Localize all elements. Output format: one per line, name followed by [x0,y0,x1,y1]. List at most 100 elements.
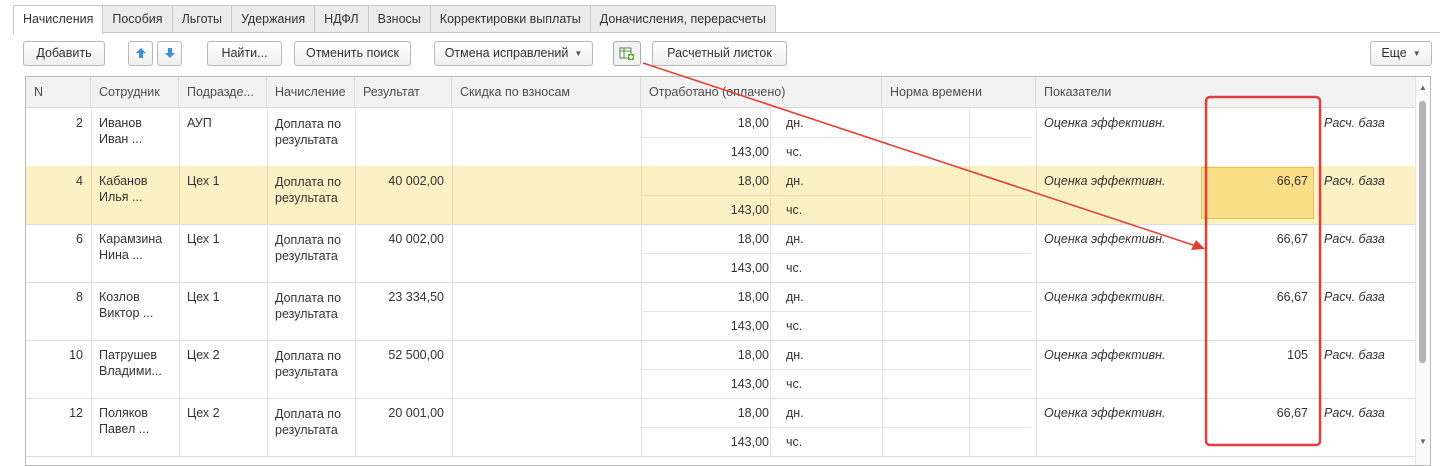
tab-accruals[interactable]: Начисления [13,5,104,34]
payslip-button[interactable]: Расчетный листок [652,41,787,66]
accrual-type[interactable]: Доплата по результата [275,174,353,206]
result-value[interactable]: 23 334,50 [355,290,444,304]
indicator-name[interactable]: Оценка эффективн. [1044,232,1194,246]
col-indicators[interactable]: Показатели [1036,77,1420,107]
indicator-name[interactable]: Оценка эффективн. [1044,116,1194,130]
calc-base[interactable]: Расч. база [1324,174,1404,188]
indicator-value[interactable]: 66,67 [1201,174,1308,188]
worked-hours[interactable]: 143,00 [641,319,769,333]
employee-name[interactable]: Патрушев [99,348,179,362]
calc-base[interactable]: Расч. база [1324,232,1404,246]
grid-line [452,340,453,398]
indicator-value[interactable]: 66,67 [1201,406,1308,420]
department[interactable]: Цех 1 [187,174,267,188]
employee-name[interactable]: Поляков [99,406,179,420]
col-time-norm[interactable]: Норма времени [882,77,1036,107]
indicator-name[interactable]: Оценка эффективн. [1044,406,1194,420]
worked-hours[interactable]: 143,00 [641,377,769,391]
accrual-type[interactable]: Доплата по результата [275,348,353,380]
col-accrual[interactable]: Начисление [267,77,355,107]
worked-days[interactable]: 18,00 [641,290,769,304]
col-worked[interactable]: Отработано (оплачено) [641,77,882,107]
col-n[interactable]: N [26,77,91,107]
calc-base[interactable]: Расч. база [1324,290,1404,304]
table-row[interactable]: 2 Иванов Иван ... АУП Доплата по результата 1… [26,108,1416,167]
cancel-search-button[interactable]: Отменить поиск [294,41,411,66]
employee-name-2[interactable]: Иван ... [99,132,179,146]
accrual-type[interactable]: Доплата по результата [275,116,353,148]
result-value[interactable]: 40 002,00 [355,174,444,188]
col-discount[interactable]: Скидка по взносам [452,77,641,107]
department[interactable]: Цех 2 [187,406,267,420]
worked-hours-unit: чс. [786,377,803,391]
indicator-name[interactable]: Оценка эффективн. [1044,174,1194,188]
move-up-button[interactable] [128,41,153,66]
scrollbar-thumb[interactable] [1419,101,1426,363]
employee-name-2[interactable]: Виктор ... [99,306,179,320]
worked-hours[interactable]: 143,00 [641,145,769,159]
tab-recalculations[interactable]: Доначисления, перерасчеты [589,5,776,32]
tab-contributions[interactable]: Взносы [367,5,431,32]
indicator-name[interactable]: Оценка эффективн. [1044,290,1194,304]
accrual-type[interactable]: Доплата по результата [275,232,353,264]
table-row[interactable]: 6 Карамзина Нина ... Цех 1 Доплата по резуль… [26,224,1416,283]
worked-days[interactable]: 18,00 [641,116,769,130]
col-employee[interactable]: Сотрудник [91,77,179,107]
result-value[interactable]: 20 001,00 [355,406,444,420]
grid-line [179,224,180,282]
department[interactable]: АУП [187,116,267,130]
department[interactable]: Цех 1 [187,232,267,246]
result-value[interactable]: 40 002,00 [355,232,444,246]
employee-name-2[interactable]: Илья ... [99,190,179,204]
scroll-up-icon[interactable]: ▲ [1419,83,1427,92]
worked-hours[interactable]: 143,00 [641,261,769,275]
employee-name[interactable]: Иванов [99,116,179,130]
row-number: 4 [76,174,83,188]
cancel-corrections-dropdown[interactable]: Отмена исправлений ▼ [434,41,593,66]
scroll-down-icon[interactable]: ▼ [1419,437,1427,446]
calc-base[interactable]: Расч. база [1324,406,1404,420]
vertical-scrollbar[interactable]: ▲ ▼ [1415,77,1430,465]
table-row[interactable]: 8 Козлов Виктор ... Цех 1 Доплата по результ… [26,282,1416,341]
employee-name[interactable]: Карамзина [99,232,179,246]
department[interactable]: Цех 1 [187,290,267,304]
indicator-value[interactable]: 66,67 [1201,232,1308,246]
worked-days[interactable]: 18,00 [641,406,769,420]
find-button[interactable]: Найти... [207,41,282,66]
tab-privileges[interactable]: Льготы [171,5,232,32]
tab-payment-corrections[interactable]: Корректировки выплаты [429,5,591,32]
employee-name[interactable]: Козлов [99,290,179,304]
tab-ndfl[interactable]: НДФЛ [314,5,369,32]
calc-base[interactable]: Расч. база [1324,348,1404,362]
table-row[interactable]: 4 Кабанов Илья ... Цех 1 Доплата по результа… [26,166,1416,225]
accruals-table[interactable]: N Сотрудник Подразде... Начисление Резул… [25,76,1431,466]
employee-name-2[interactable]: Нина ... [99,248,179,262]
table-row[interactable]: 10 Патрушев Владими... Цех 2 Доплата по резу… [26,340,1416,399]
employee-name-2[interactable]: Павел ... [99,422,179,436]
col-department[interactable]: Подразде... [179,77,267,107]
tab-deductions[interactable]: Удержания [230,5,316,32]
result-value[interactable]: 52 500,00 [355,348,444,362]
department[interactable]: Цех 2 [187,348,267,362]
accrual-type[interactable]: Доплата по результата [275,406,353,438]
worked-days-unit: дн. [786,290,804,304]
more-dropdown[interactable]: Еще ▼ [1370,41,1432,66]
worked-hours[interactable]: 143,00 [641,203,769,217]
worked-days[interactable]: 18,00 [641,348,769,362]
table-row[interactable]: 12 Поляков Павел ... Цех 2 Доплата по резуль… [26,398,1416,457]
indicator-name[interactable]: Оценка эффективн. [1044,348,1194,362]
accrual-type[interactable]: Доплата по результата [275,290,353,322]
employee-name[interactable]: Кабанов [99,174,179,188]
add-button[interactable]: Добавить [23,41,105,66]
employee-name-2[interactable]: Владими... [99,364,179,378]
worked-days[interactable]: 18,00 [641,174,769,188]
table-settings-button[interactable] [613,41,641,66]
col-result[interactable]: Результат [355,77,452,107]
worked-hours[interactable]: 143,00 [641,435,769,449]
worked-days[interactable]: 18,00 [641,232,769,246]
tab-benefits[interactable]: Пособия [102,5,173,32]
move-down-button[interactable] [157,41,182,66]
indicator-value[interactable]: 105 [1201,348,1308,362]
indicator-value[interactable]: 66,67 [1201,290,1308,304]
calc-base[interactable]: Расч. база [1324,116,1404,130]
